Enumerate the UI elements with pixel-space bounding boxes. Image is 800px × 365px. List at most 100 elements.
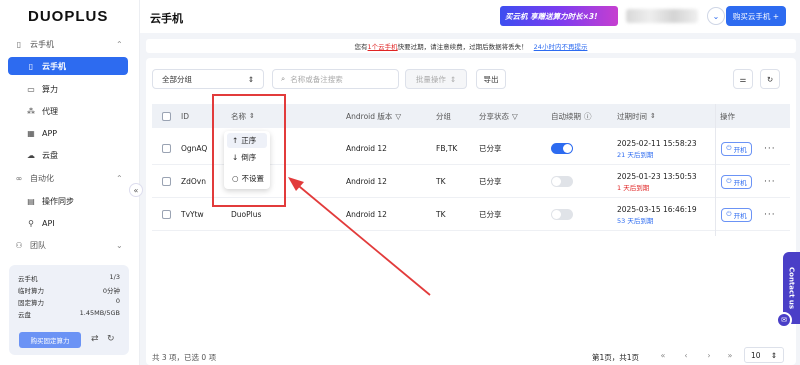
link-icon: ∞ [15,173,23,183]
sidebar-item-compute[interactable]: ▭ 算力 [8,80,128,98]
next-page-icon[interactable]: › [702,348,716,362]
sidebar-group-automation[interactable]: ∞ 自动化 ⌃ [14,171,126,185]
export-button[interactable]: 导出 [476,69,506,89]
cloud-icon: ☁ [27,150,35,160]
selection-summary: 共 3 项，已选 0 项 [152,353,217,362]
sidebar-item-label: 算力 [42,84,58,94]
sidebar-group-label: 自动化 [30,173,54,183]
column-renew-label: 自动续期 [551,111,581,121]
sidebar-item-cloud-phone[interactable]: ▯ 云手机 [8,57,128,75]
more-options-icon[interactable]: ··· [764,198,776,231]
chevron-updown-icon: ⇕ [770,350,777,360]
sidebar-group-cloud-phone[interactable]: ▯ 云手机 ⌃ [14,37,126,51]
expire-time: 2025-03-15 16:46:19 [617,204,697,214]
sidebar-item-label: 云盘 [42,150,58,160]
phone-icon: ▯ [28,61,34,71]
sidebar-group-label: 云手机 [30,39,54,49]
filter-settings-button[interactable]: ⚌ [733,69,753,89]
chevron-down-icon[interactable]: ⌄ [116,241,123,250]
chevron-down-icon: ⌄ [712,11,720,21]
notice-phone-link[interactable]: 1个云手机 [368,41,398,51]
column-share[interactable]: 分享状态 ▽ [479,104,518,128]
sidebar-item-app[interactable]: ▦ APP [8,124,128,142]
quota-value: 1/3 [109,273,120,281]
quota-value: 0 [115,297,120,305]
filter-icon: ▽ [395,111,402,121]
power-on-button[interactable]: ⏻ 开机 [721,132,752,165]
bulk-action-select[interactable]: 批量操作 ⇕ [405,69,467,89]
swap-icon[interactable]: ⇄ [91,334,99,344]
power-on-button[interactable]: ⏻ 开机 [721,165,752,198]
sidebar: DUOPLUS ▯ 云手机 ⌃ ▯ 云手机 ▭ 算力 ⁂ 代理 ▦ APP ☁ … [0,0,140,365]
power-on-label: 开机 [733,211,747,220]
buy-fixed-compute-button[interactable]: 购买固定算力 [19,332,81,348]
quota-label: 云盘 [18,311,31,319]
sidebar-item-operation-sync[interactable]: ▤ 操作同步 [8,192,128,210]
quota-value: 0分钟 [102,287,120,295]
sidebar-item-label: 代理 [42,106,58,116]
sort-icon: ⇕ [650,112,656,120]
notice-dismiss-link[interactable]: 24小时内不再提示 [534,41,588,51]
first-page-icon[interactable]: « [656,348,670,362]
last-page-icon[interactable]: » [723,348,737,362]
page-info: 第1页，共1页 [592,353,640,362]
header: 云手机 买云机 享赠送算力时长×3! ⌄ 购买云手机 + [140,0,800,33]
sidebar-item-api[interactable]: ⚲ API [8,214,128,232]
refresh-icon[interactable]: ↻ [107,334,115,344]
auto-renew-toggle[interactable] [551,132,573,165]
column-group: 分组 [436,111,451,121]
search-placeholder: 名称或备注搜索 [290,74,343,84]
row-checkbox[interactable] [162,132,171,165]
quota-row: 临时算力 0分钟 [18,285,120,296]
api-icon: ⚲ [28,218,34,228]
sidebar-group-team[interactable]: ⚇ 团队 ⌄ [14,238,126,252]
quota-row: 云盘 1.45MB/5GB [18,309,120,320]
row-checkbox[interactable] [162,198,171,231]
column-android[interactable]: Android 版本 ▽ [346,104,401,128]
collapse-sidebar-button[interactable]: « [129,183,143,197]
refresh-button[interactable]: ↻ [760,69,780,89]
row-share: 已分享 [479,210,502,219]
row-android: Android 12 [346,144,387,153]
account-name-blurred[interactable] [626,9,698,23]
sidebar-item-cloud-disk[interactable]: ☁ 云盘 [8,146,128,164]
chevron-updown-icon: ⇕ [247,74,254,84]
buy-cloud-phone-button[interactable]: 购买云手机 + [726,6,786,26]
row-id[interactable]: OgnAQ [181,132,207,165]
more-options-icon[interactable]: ··· [764,165,776,198]
power-icon: ⏻ [726,144,732,152]
more-options-icon[interactable]: ··· [764,132,776,165]
days-remaining: 1 天后到期 [617,183,650,192]
account-menu-button[interactable]: ⌄ [707,7,725,25]
prev-page-icon[interactable]: ‹ [679,348,693,362]
group-select[interactable]: 全部分组 ⇕ [152,69,264,89]
column-ops: 操作 [720,111,735,121]
sync-icon: ▤ [27,196,35,206]
ops-column-divider [715,104,716,236]
column-expire[interactable]: 过期时间 ⇕ [617,104,656,128]
quota-value: 1.45MB/5GB [79,309,120,317]
promo-banner[interactable]: 买云机 享赠送算力时长×3! [500,6,618,26]
row-id[interactable]: TvYtw [181,198,204,231]
page-size-select[interactable]: 10 ⇕ [744,347,784,363]
info-icon[interactable]: ⓘ [584,111,592,122]
select-all-checkbox[interactable] [162,104,171,128]
column-expire-label: 过期时间 [617,111,647,121]
row-id[interactable]: ZdOvn [181,165,206,198]
chevron-up-icon[interactable]: ⌃ [116,174,123,183]
chevron-updown-icon: ⇕ [449,74,457,84]
row-group: FB,TK [436,144,458,153]
auto-renew-toggle[interactable] [551,165,573,198]
days-remaining: 53 天后到期 [617,216,654,225]
days-remaining: 21 天后到期 [617,150,654,159]
column-id: ID [181,111,189,121]
row-checkbox[interactable] [162,165,171,198]
power-on-button[interactable]: ⏻ 开机 [721,198,752,231]
chevron-up-icon[interactable]: ⌃ [116,40,123,49]
chat-icon[interactable]: ✉ [776,312,792,328]
column-auto-renew: 自动续期 ⓘ [551,104,592,128]
auto-renew-toggle[interactable] [551,198,573,231]
sidebar-item-proxy[interactable]: ⁂ 代理 [8,102,128,120]
page-size-value: 10 [751,350,761,360]
search-input[interactable]: ⌕ 名称或备注搜索 [272,69,399,89]
